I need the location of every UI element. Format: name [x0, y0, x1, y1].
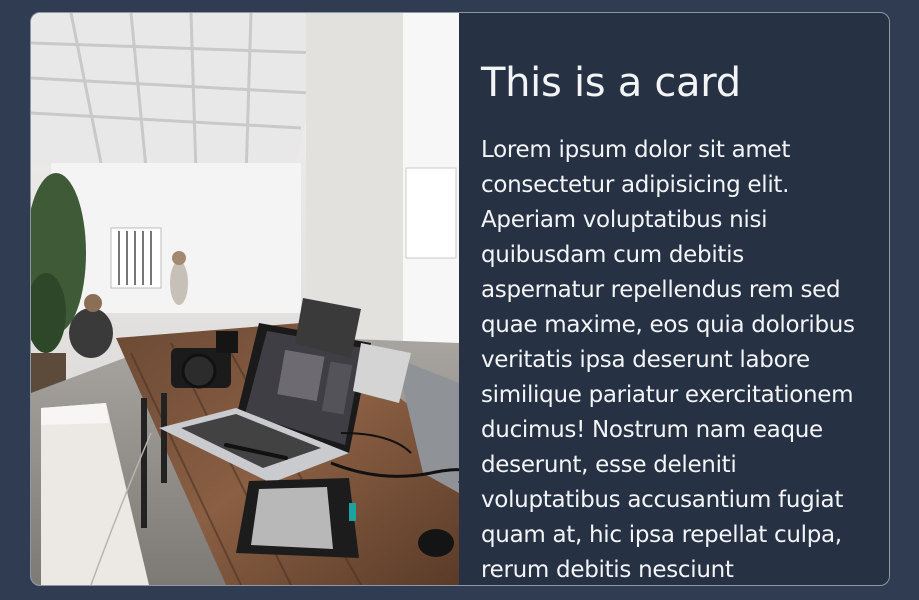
card-title: This is a card [481, 60, 741, 106]
card-body: This is a card Lorem ipsum dolor sit ame… [459, 13, 889, 585]
card: This is a card Lorem ipsum dolor sit ame… [30, 12, 890, 586]
card-image [31, 13, 459, 585]
workspace-photo [31, 13, 459, 585]
card-text: Lorem ipsum dolor sit amet consectetur a… [481, 137, 855, 583]
